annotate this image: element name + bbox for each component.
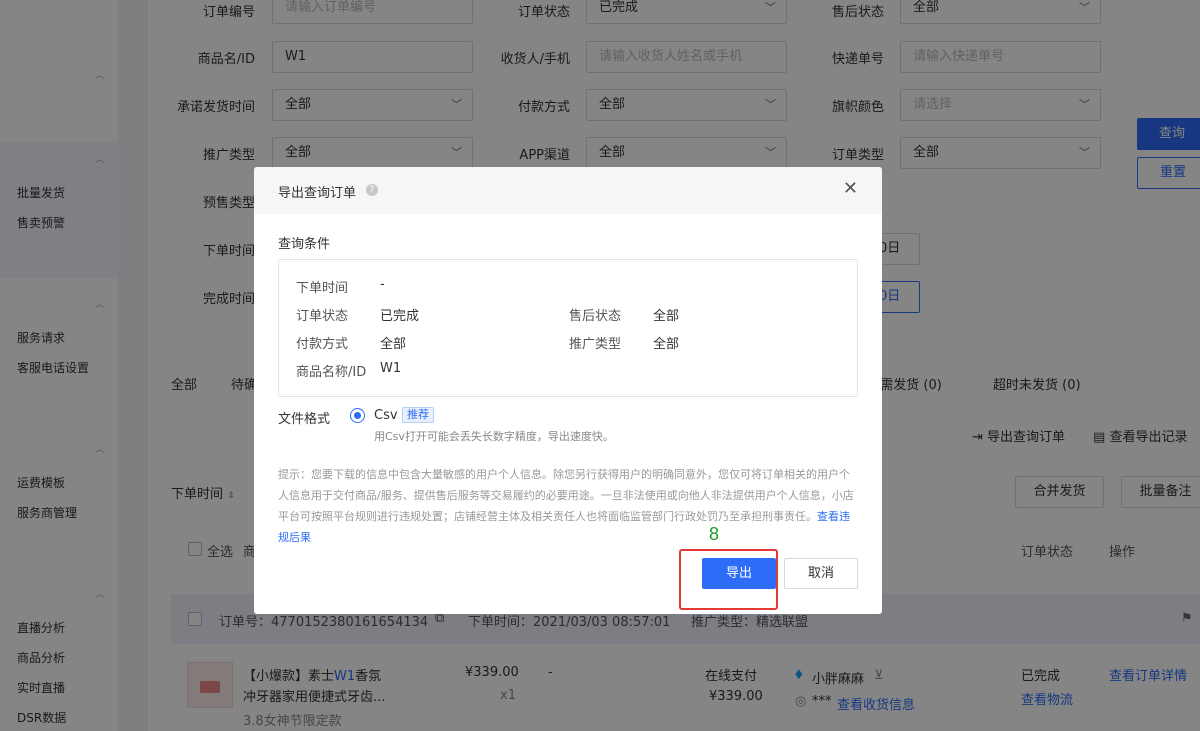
cond-after-sale-key: 售后状态: [569, 309, 622, 324]
csv-radio[interactable]: [350, 408, 365, 423]
cond-order-status-val: 已完成: [380, 309, 420, 324]
query-conditions-label: 查询条件: [278, 237, 331, 252]
notice-text: 提示：您要下载的信息中包含大量敏感的用户个人信息。除您另行获得用户的明确同意外，…: [278, 468, 854, 523]
export-modal: 导出查询订单 ? ✕ 查询条件 下单时间 - 订单状态 已完成 售后状态 全部 …: [254, 167, 882, 614]
cond-promo-val: 全部: [653, 337, 680, 352]
annotation-step-number: 8: [709, 524, 720, 544]
cond-order-time-val: -: [380, 277, 385, 292]
cond-product-val: W1: [380, 361, 402, 376]
cond-product-key: 商品名称/ID: [296, 365, 367, 380]
cond-after-sale-val: 全部: [653, 309, 680, 324]
sensitive-data-notice: 提示：您要下载的信息中包含大量敏感的用户个人信息。除您另行获得用户的明确同意外，…: [278, 464, 860, 548]
annotation-highlight-box: [679, 549, 778, 610]
question-icon[interactable]: ?: [366, 184, 378, 196]
modal-header: 导出查询订单 ? ✕: [254, 167, 882, 214]
csv-option-label[interactable]: Csv: [374, 408, 398, 423]
radio-dot: [354, 412, 361, 419]
cond-promo-key: 推广类型: [569, 337, 622, 352]
cond-pay-val: 全部: [380, 337, 407, 352]
close-icon[interactable]: ✕: [843, 179, 858, 199]
cond-pay-key: 付款方式: [296, 337, 349, 352]
cond-order-time-key: 下单时间: [296, 281, 349, 296]
recommended-badge: 推荐: [402, 407, 434, 423]
cancel-button[interactable]: 取消: [784, 558, 858, 589]
csv-hint: 用Csv打开可能会丢失长数字精度，导出速度快。: [374, 430, 614, 443]
modal-title: 导出查询订单: [278, 186, 357, 201]
query-conditions-box: 下单时间 - 订单状态 已完成 售后状态 全部 付款方式 全部 推广类型 全部 …: [278, 259, 858, 397]
cond-order-status-key: 订单状态: [296, 309, 349, 324]
file-format-label: 文件格式: [278, 412, 331, 427]
